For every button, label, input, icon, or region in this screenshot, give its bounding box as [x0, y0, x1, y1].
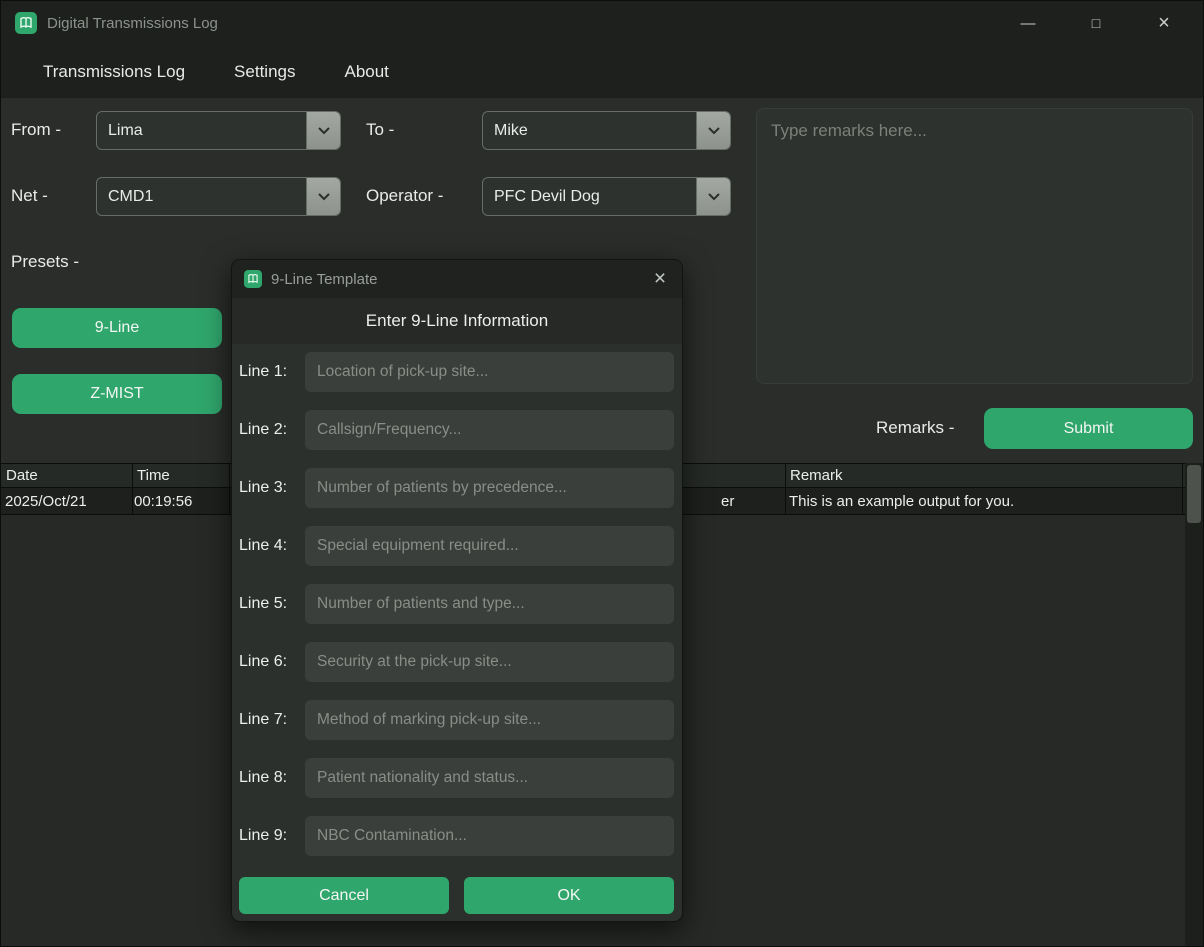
- app-icon: [15, 12, 37, 34]
- operator-dropdown-value: PFC Devil Dog: [494, 187, 600, 205]
- menu-settings[interactable]: Settings: [234, 62, 295, 82]
- line-7-input[interactable]: [305, 700, 674, 740]
- cell-partial: er: [721, 492, 735, 510]
- app-window: Digital Transmissions Log — □ × Transmis…: [0, 0, 1204, 947]
- dialog-title-bar: 9-Line Template ×: [232, 260, 682, 298]
- line-1-label: Line 1:: [239, 363, 288, 380]
- line-8-label: Line 8:: [239, 769, 288, 786]
- nine-line-dialog: 9-Line Template × Enter 9-Line Informati…: [231, 259, 683, 922]
- submit-button[interactable]: Submit: [984, 408, 1193, 449]
- column-divider: [132, 463, 133, 515]
- chevron-down-icon[interactable]: [696, 112, 730, 149]
- to-dropdown-value: Mike: [494, 121, 528, 139]
- line-6-input[interactable]: [305, 642, 674, 682]
- column-header-remark: Remark: [790, 467, 843, 484]
- cancel-button[interactable]: Cancel: [239, 877, 449, 914]
- presets-label: Presets -: [11, 252, 80, 271]
- column-divider: [229, 463, 230, 515]
- line-8-input[interactable]: [305, 758, 674, 798]
- title-bar: Digital Transmissions Log — □ ×: [1, 1, 1203, 45]
- app-icon: [244, 270, 262, 288]
- line-5-input[interactable]: [305, 584, 674, 624]
- remarks-input[interactable]: [756, 108, 1193, 384]
- remarks-label: Remarks -: [876, 418, 955, 437]
- line-3-input[interactable]: [305, 468, 674, 508]
- dialog-heading: Enter 9-Line Information: [232, 298, 682, 344]
- from-dropdown-value: Lima: [108, 121, 143, 139]
- net-dropdown[interactable]: CMD1: [96, 177, 341, 216]
- line-1-input[interactable]: [305, 352, 674, 392]
- column-header-date: Date: [6, 467, 38, 484]
- menu-bar: Transmissions Log Settings About: [1, 45, 1203, 98]
- cell-date: 2025/Oct/21: [5, 492, 87, 510]
- line-4-label: Line 4:: [239, 537, 288, 554]
- cell-remark: This is an example output for you.: [789, 492, 1015, 510]
- dialog-title: 9-Line Template: [271, 270, 378, 288]
- operator-label: Operator -: [366, 186, 444, 205]
- column-header-time: Time: [137, 467, 170, 484]
- top-bar: Digital Transmissions Log — □ × Transmis…: [1, 1, 1203, 98]
- line-6-label: Line 6:: [239, 653, 288, 670]
- line-4-input[interactable]: [305, 526, 674, 566]
- line-2-label: Line 2:: [239, 421, 288, 438]
- chevron-down-icon[interactable]: [306, 112, 340, 149]
- to-label: To -: [366, 120, 395, 139]
- column-divider: [1182, 463, 1183, 515]
- menu-about[interactable]: About: [344, 62, 388, 82]
- chevron-down-icon[interactable]: [306, 178, 340, 215]
- line-2-input[interactable]: [305, 410, 674, 450]
- maximize-icon[interactable]: □: [1073, 1, 1119, 45]
- zmist-button[interactable]: Z-MIST: [12, 374, 222, 414]
- cell-time: 00:19:56: [134, 492, 193, 510]
- line-3-label: Line 3:: [239, 479, 288, 496]
- net-dropdown-value: CMD1: [108, 187, 154, 205]
- dialog-close-icon[interactable]: ×: [638, 260, 682, 298]
- window-controls: — □ ×: [1005, 1, 1187, 45]
- menu-transmissions-log[interactable]: Transmissions Log: [43, 62, 185, 82]
- line-9-label: Line 9:: [239, 827, 288, 844]
- net-label: Net -: [11, 186, 48, 205]
- to-dropdown[interactable]: Mike: [482, 111, 731, 150]
- table-scrollbar[interactable]: [1185, 463, 1203, 946]
- line-5-label: Line 5:: [239, 595, 288, 612]
- operator-dropdown[interactable]: PFC Devil Dog: [482, 177, 731, 216]
- nine-line-button[interactable]: 9-Line: [12, 308, 222, 348]
- line-7-label: Line 7:: [239, 711, 288, 728]
- scrollbar-thumb[interactable]: [1187, 465, 1201, 523]
- line-9-input[interactable]: [305, 816, 674, 856]
- chevron-down-icon[interactable]: [696, 178, 730, 215]
- minimize-icon[interactable]: —: [1005, 1, 1051, 45]
- ok-button[interactable]: OK: [464, 877, 674, 914]
- window-title: Digital Transmissions Log: [47, 14, 218, 32]
- column-divider: [785, 463, 786, 515]
- from-label: From -: [11, 120, 62, 139]
- close-icon[interactable]: ×: [1141, 1, 1187, 45]
- from-dropdown[interactable]: Lima: [96, 111, 341, 150]
